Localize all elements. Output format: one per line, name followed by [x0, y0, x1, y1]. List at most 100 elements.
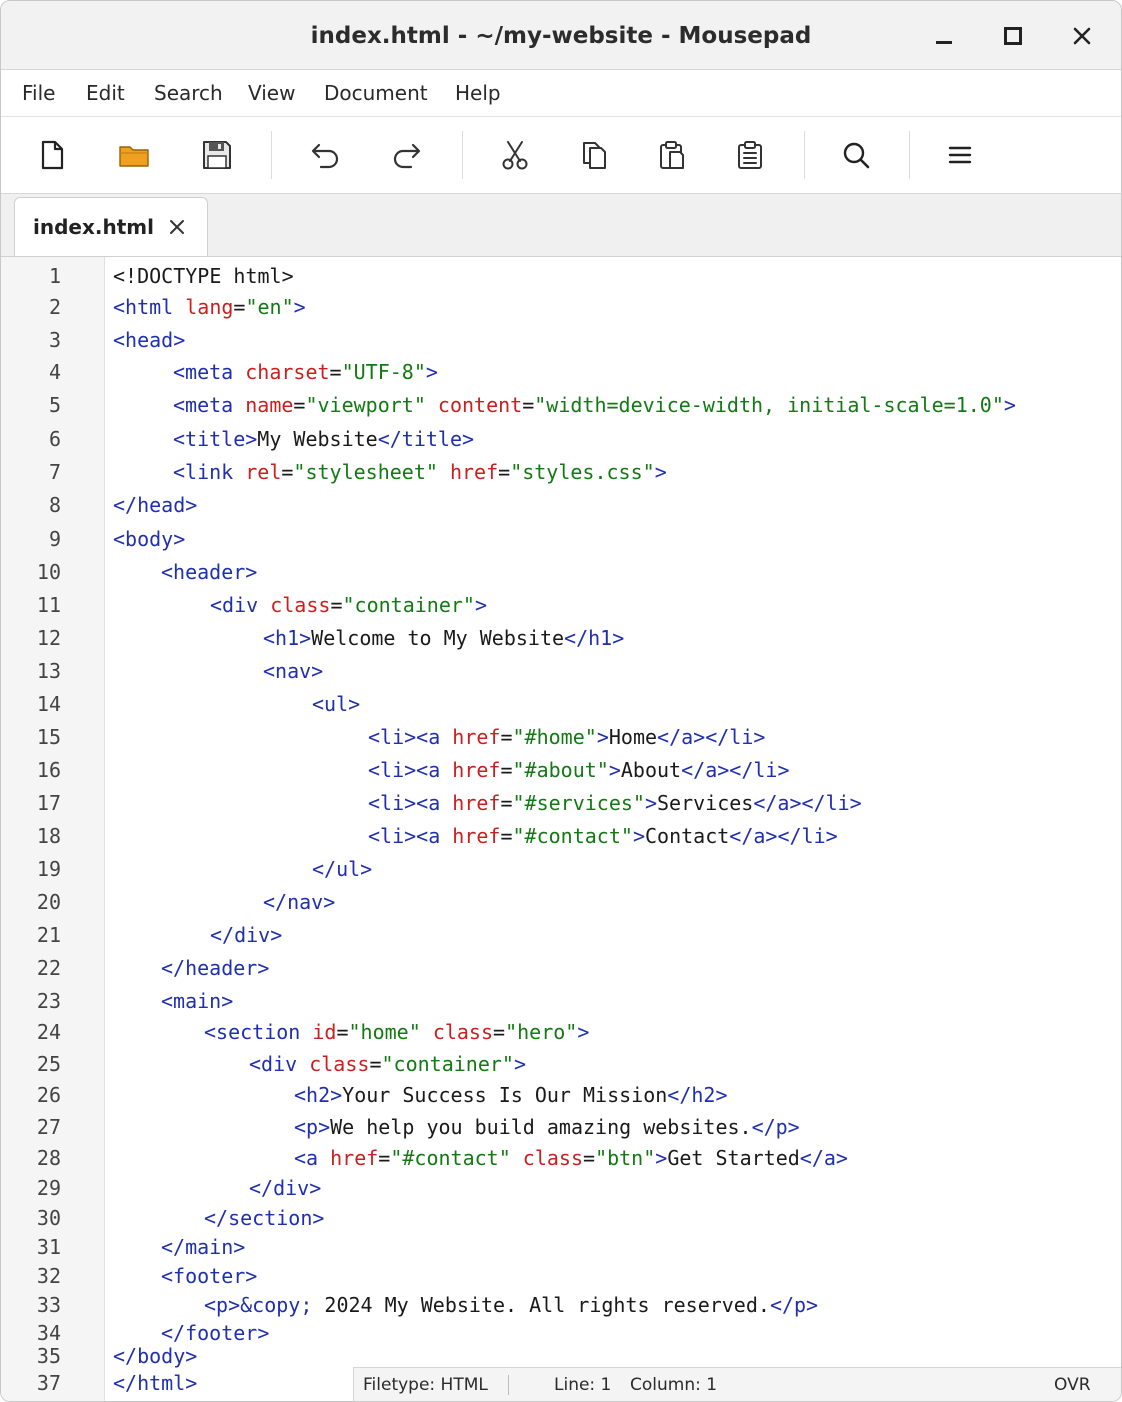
code-line[interactable]: <div class="container">: [210, 593, 487, 617]
cut-button[interactable]: [497, 137, 533, 173]
editor-window: index.html - ~/my-website - Mousepad Fil…: [0, 0, 1122, 1402]
open-file-button[interactable]: [116, 137, 152, 173]
search-button[interactable]: [838, 137, 874, 173]
code-line[interactable]: <section id="home" class="hero">: [204, 1020, 589, 1044]
code-line[interactable]: <title>My Website</title>: [173, 427, 474, 451]
copy-button[interactable]: [576, 137, 612, 173]
line-number: 23: [36, 989, 61, 1013]
code-token: <li><a: [368, 824, 453, 848]
code-token: name: [245, 393, 294, 417]
code-line[interactable]: <h2>Your Success Is Our Mission</h2>: [294, 1083, 728, 1107]
menu-edit[interactable]: Edit: [86, 70, 125, 116]
tab-bar: index.html: [1, 194, 1121, 257]
code-line[interactable]: <li><a href="#services">Services</a></li…: [368, 791, 862, 815]
main-menu-button[interactable]: [942, 137, 978, 173]
code-token: =: [336, 1020, 349, 1044]
code-token: Your Success Is Our Mission: [342, 1083, 668, 1107]
code-line[interactable]: <footer>: [161, 1264, 257, 1288]
code-token: </a></li>: [681, 758, 790, 782]
minimize-button[interactable]: [929, 21, 959, 51]
menu-view[interactable]: View: [248, 70, 295, 116]
tab-label: index.html: [33, 215, 154, 239]
code-line[interactable]: </div>: [210, 923, 282, 947]
code-token: <li><a: [368, 725, 453, 749]
line-number: 25: [36, 1052, 61, 1076]
code-line[interactable]: <!DOCTYPE html>: [113, 264, 294, 288]
code-token: lang: [185, 295, 234, 319]
code-line[interactable]: <meta name="viewport" content="width=dev…: [173, 393, 1016, 417]
code-token: =: [369, 1052, 382, 1076]
code-line[interactable]: <head>: [113, 328, 185, 352]
code-editor[interactable]: 1 2 3 4 5 6 7 8 9 10 11 12 13 14 15 16 17 18 19 20 21 22 23 24 2…: [1, 257, 1121, 1401]
overwrite-mode-indicator[interactable]: OVR: [1054, 1368, 1091, 1401]
tab-index-html[interactable]: index.html: [14, 197, 208, 256]
line-number: 10: [36, 560, 61, 584]
code-token: </a></li>: [657, 725, 766, 749]
close-icon: [1073, 27, 1091, 45]
close-window-button[interactable]: [1067, 21, 1097, 51]
open-folder-icon: [119, 146, 149, 167]
code-line[interactable]: </body>: [113, 1344, 197, 1368]
line-number: 6: [48, 427, 61, 451]
line-number: 1: [48, 264, 61, 288]
save-icon: [203, 141, 231, 169]
code-token: =: [498, 460, 511, 484]
code-token: Home: [608, 725, 658, 749]
redo-button[interactable]: [389, 137, 425, 173]
close-tab-button[interactable]: [165, 215, 189, 239]
code-token: =: [233, 295, 246, 319]
menu-help[interactable]: Help: [455, 70, 501, 116]
code-line[interactable]: <h1>Welcome to My Website</h1>: [263, 626, 624, 650]
code-line[interactable]: </div>: [249, 1176, 321, 1200]
undo-button[interactable]: [307, 137, 343, 173]
code-token: 2024 My Website. All rights reserved.: [312, 1293, 770, 1317]
title-bar: index.html - ~/my-website - Mousepad: [1, 1, 1121, 70]
code-line[interactable]: </header>: [161, 956, 269, 980]
menu-search[interactable]: Search: [154, 70, 223, 116]
code-line[interactable]: <ul>: [312, 692, 360, 716]
code-line[interactable]: <meta charset="UTF-8">: [173, 360, 438, 384]
code-line[interactable]: <li><a href="#home">Home</a></li>: [368, 725, 765, 749]
code-line[interactable]: </section>: [204, 1206, 324, 1230]
code-line[interactable]: <p>&copy; 2024 My Website. All rights re…: [204, 1293, 818, 1317]
code-line[interactable]: </head>: [113, 493, 197, 517]
code-token: <p>: [294, 1115, 331, 1139]
code-line[interactable]: <p>We help you build amazing websites.</…: [294, 1115, 800, 1139]
code-line[interactable]: </html>: [113, 1371, 197, 1395]
code-token: </h1>: [564, 626, 625, 650]
code-token: >: [655, 1146, 668, 1170]
code-line[interactable]: <link rel="stylesheet" href="styles.css"…: [173, 460, 667, 484]
code-line[interactable]: <body>: [113, 527, 185, 551]
code-token: <html: [113, 295, 186, 319]
code-line[interactable]: <nav>: [263, 659, 323, 683]
code-line[interactable]: <html lang="en">: [113, 295, 306, 319]
code-line[interactable]: </ul>: [312, 857, 372, 881]
code-line[interactable]: <li><a href="#about">About</a></li>: [368, 758, 789, 782]
menu-file[interactable]: File: [22, 70, 55, 116]
code-token: =: [500, 725, 513, 749]
code-token: "container": [381, 1052, 514, 1076]
code-line[interactable]: <main>: [161, 989, 233, 1013]
paste-icon: [660, 141, 684, 169]
filetype-selector[interactable]: Filetype: HTML: [363, 1368, 488, 1401]
menu-document[interactable]: Document: [324, 70, 428, 116]
clipboard-button[interactable]: [732, 137, 768, 173]
code-token: </header>: [161, 956, 270, 980]
code-line[interactable]: </nav>: [263, 890, 335, 914]
code-line[interactable]: <header>: [161, 560, 257, 584]
code-line[interactable]: <li><a href="#contact">Contact</a></li>: [368, 824, 838, 848]
code-token: </head>: [113, 493, 198, 517]
line-number: 22: [36, 956, 61, 980]
toolbar-separator: [271, 131, 272, 179]
code-line[interactable]: <a href="#contact" class="btn">Get Start…: [294, 1146, 848, 1170]
code-line[interactable]: <div class="container">: [249, 1052, 526, 1076]
paste-button[interactable]: [654, 137, 690, 173]
save-button[interactable]: [199, 137, 235, 173]
code-line[interactable]: </main>: [161, 1235, 245, 1259]
code-token: Welcome to My Website: [311, 626, 565, 650]
maximize-button[interactable]: [998, 21, 1028, 51]
toolbar-separator: [804, 131, 805, 179]
new-document-button[interactable]: [34, 137, 70, 173]
code-line[interactable]: </footer>: [161, 1321, 269, 1345]
code-token: </html>: [113, 1371, 198, 1395]
